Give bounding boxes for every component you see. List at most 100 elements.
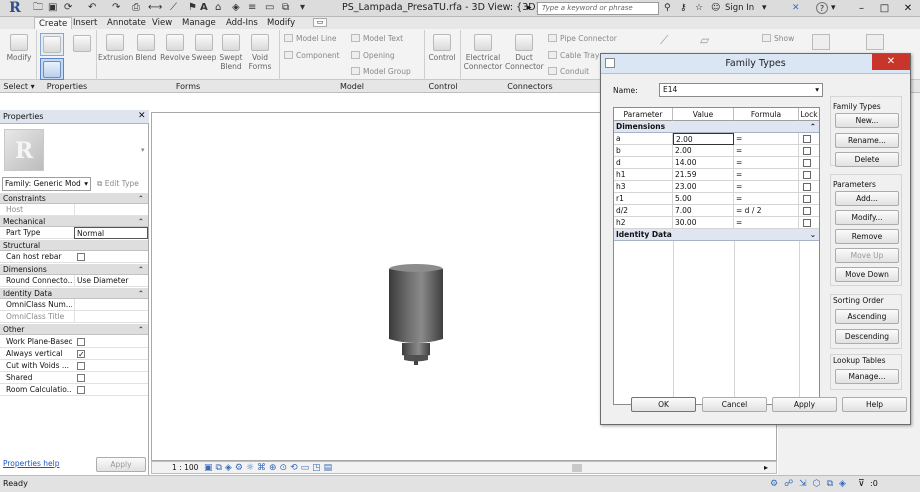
lock-checkbox[interactable] [803,195,811,203]
parameter-formula-field[interactable]: = [734,145,799,157]
family-types-button[interactable] [40,58,64,80]
close-icon[interactable]: ✕ [872,54,910,70]
measure-icon[interactable]: ⟷ [148,1,162,15]
apply-properties-button[interactable]: Apply [96,457,146,472]
pipe-connector-button[interactable]: Pipe Connector [548,34,617,44]
chevron-down-icon[interactable]: ▾ [762,1,767,15]
move-down-button[interactable]: Move Down [835,267,899,282]
modify-parameter-button[interactable]: Modify... [835,210,899,225]
category-mechanical[interactable]: Mechanical ⌃ [0,216,148,227]
name-dropdown[interactable]: E14 ▾ [659,83,823,97]
parameter-row[interactable]: r1 5.00 = [614,193,819,205]
ascending-button[interactable]: Ascending [835,309,899,324]
properties-help-link[interactable]: Properties help [3,459,60,468]
reference-plane-icon[interactable]: ▱ [700,33,720,53]
show-work-plane-button[interactable]: Show [762,34,794,44]
property-row-room-calculation[interactable]: Room Calculatio... [0,384,148,396]
property-row-part-type[interactable]: Part Type Normal [0,227,148,239]
modify-button[interactable]: Modify [4,34,34,62]
revolve-button[interactable]: Revolve [160,34,190,62]
lock-checkbox[interactable] [803,171,811,179]
model-group-button[interactable]: Model Group [351,67,411,77]
horizontal-scroll-thumb[interactable] [572,464,582,472]
ribbon-options-icon[interactable]: ▭ [313,18,327,27]
tab-modify[interactable]: Modify [263,17,299,29]
section-identity-data[interactable]: Identity Data ⌄ [614,229,819,241]
can-host-rebar-checkbox[interactable] [77,253,85,261]
lock-checkbox[interactable] [803,219,811,227]
print-icon[interactable]: ⎙ [132,1,140,15]
exchange-icon[interactable]: ✕ [792,1,800,15]
tab-view[interactable]: View [148,17,176,29]
load-into-project-icon[interactable] [812,34,830,50]
lamp-socket-model[interactable] [382,263,452,369]
property-row-cut-with-voids[interactable]: Cut with Voids ... [0,360,148,372]
lock-checkbox[interactable] [803,147,811,155]
close-hidden-icon[interactable]: ▭ [265,1,274,15]
view-control-icons[interactable]: ▣⧉◈⚙☼⌘⊕⊙⟲▭◳▤ [204,462,335,474]
load-into-project-close-icon[interactable] [866,34,884,50]
properties-toggle-button[interactable] [70,33,94,56]
tag-icon[interactable]: ⚑ [188,1,197,15]
property-row-shared[interactable]: Shared [0,372,148,384]
type-selector-dropdown-icon[interactable]: ▾ [141,146,145,154]
category-structural[interactable]: Structural [0,240,148,251]
parameter-row[interactable]: d 14.00 = [614,157,819,169]
tab-add-ins[interactable]: Add-Ins [222,17,262,29]
lock-checkbox[interactable] [803,135,811,143]
property-row-work-plane-based[interactable]: Work Plane-Based [0,336,148,348]
property-row-omniclass-title[interactable]: OmniClass Title [0,311,148,323]
parameter-formula-field[interactable]: = [734,181,799,193]
swept-blend-button[interactable]: Swept Blend [218,34,244,71]
parameter-row[interactable]: h1 21.59 = [614,169,819,181]
redo-icon[interactable]: ↷ [112,1,120,15]
sweep-button[interactable]: Sweep [191,34,217,62]
parameter-row[interactable]: b 2.00 = [614,145,819,157]
filter-icon[interactable]: ⊽ [858,476,865,492]
extrusion-button[interactable]: Extrusion [98,34,133,62]
sign-in-link[interactable]: Sign In [725,1,754,15]
tab-insert[interactable]: Insert [69,17,101,29]
delete-type-button[interactable]: Delete [835,152,899,167]
property-row-always-vertical[interactable]: Always vertical ✓ [0,348,148,360]
apply-button[interactable]: Apply [772,397,837,412]
work-plane-based-checkbox[interactable] [77,338,85,346]
thin-lines-icon[interactable]: ≡ [248,1,256,15]
parameter-row[interactable]: d/2 7.00 = d / 2 [614,205,819,217]
scroll-right-icon[interactable]: ▸ [764,462,768,474]
property-row-omniclass-number[interactable]: OmniClass Num... [0,299,148,311]
void-forms-button[interactable]: Void Forms [247,34,273,71]
help-button[interactable]: Help [842,397,907,412]
3d-view-icon[interactable]: ⌂ [215,1,221,15]
sync-icon[interactable]: ⟳ [64,1,72,15]
dimension-icon[interactable]: ⟋ [170,1,177,15]
section-icon[interactable]: ◈ [232,1,240,15]
parameter-value-field[interactable]: 2.00 [673,133,734,145]
parameter-value-field[interactable]: 5.00 [673,193,734,205]
shared-checkbox[interactable] [77,374,85,382]
part-type-value[interactable]: Normal [74,227,148,239]
tab-annotate[interactable]: Annotate [103,17,150,29]
conduit-connector-button[interactable]: Conduit [548,67,589,77]
always-vertical-checkbox[interactable]: ✓ [77,350,85,359]
maximize-icon[interactable]: □ [873,0,896,17]
chevron-right-icon[interactable]: ▸ [527,3,532,13]
help-dropdown-icon[interactable]: ▾ [831,1,836,15]
undo-icon[interactable]: ↶ [88,1,96,15]
close-icon[interactable]: ✕ [896,0,920,17]
cable-tray-connector-button[interactable]: Cable Tray [548,51,599,61]
close-icon[interactable]: ✕ [138,111,146,121]
parameter-formula-field[interactable]: = d / 2 [734,205,799,217]
switch-windows-icon[interactable]: ⧉ [282,1,289,15]
search-icon[interactable]: ⚲ [664,1,671,15]
help-icon[interactable]: ? [816,2,828,14]
cancel-button[interactable]: Cancel [702,397,767,412]
rename-type-button[interactable]: Rename... [835,133,899,148]
reference-line-icon[interactable]: ⟋ [660,33,680,53]
category-dimensions[interactable]: Dimensions ⌃ [0,264,148,275]
descending-button[interactable]: Descending [835,329,899,344]
parameter-row[interactable]: h3 23.00 = [614,181,819,193]
family-selector[interactable]: Family: Generic Mod ▾ [2,177,91,191]
parameter-value-field[interactable]: 21.59 [673,169,734,181]
ok-button[interactable]: OK [631,397,696,412]
